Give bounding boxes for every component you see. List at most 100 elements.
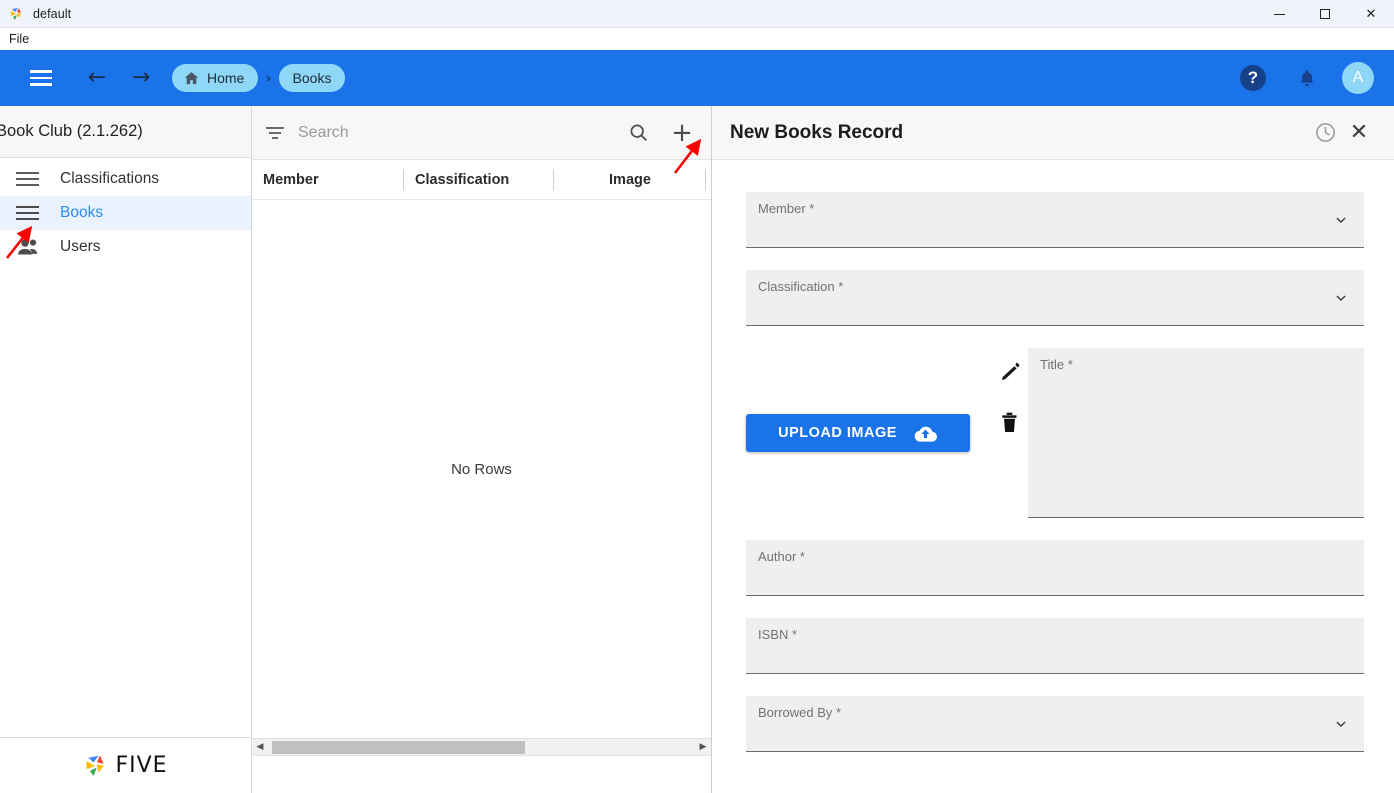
back-button[interactable]: ←	[78, 59, 116, 97]
help-icon: ?	[1240, 65, 1266, 91]
column-divider[interactable]	[705, 169, 706, 190]
close-panel-button[interactable]: ✕	[1342, 116, 1376, 150]
list-toolbar: +	[252, 106, 711, 160]
help-button[interactable]: ?	[1234, 59, 1272, 97]
field-label-isbn: ISBN *	[758, 627, 798, 642]
image-tools	[998, 348, 1028, 518]
window-titlebar: default ✕	[0, 0, 1394, 28]
menu-toggle-button[interactable]	[22, 59, 60, 97]
sidebar-item-label: Classifications	[60, 170, 160, 187]
field-classification[interactable]: Classification *	[746, 270, 1364, 326]
sidebar: Book Club (2.1.262) Classifications Book…	[0, 106, 252, 793]
column-header-label: Member	[263, 171, 319, 188]
field-isbn[interactable]: ISBN *	[746, 618, 1364, 674]
bell-icon	[1300, 69, 1314, 86]
five-logo-icon	[9, 6, 25, 22]
list-icon	[16, 171, 42, 187]
sidebar-footer: FIVE	[0, 737, 251, 793]
column-header-member[interactable]: Member	[252, 160, 404, 199]
column-header-classification[interactable]: Classification	[404, 160, 554, 199]
workspace: Book Club (2.1.262) Classifications Book…	[0, 106, 1394, 793]
list-icon	[16, 205, 42, 221]
breadcrumb: Home › Books	[172, 64, 346, 92]
app-header-right: ? A	[1234, 59, 1374, 97]
sidebar-item-label: Books	[60, 204, 104, 221]
field-title[interactable]: Title *	[1028, 348, 1364, 518]
five-brand-logo: FIVE	[83, 752, 167, 779]
trash-icon	[1002, 412, 1017, 432]
breadcrumb-item-home[interactable]: Home	[172, 64, 259, 92]
filter-icon[interactable]	[266, 126, 284, 139]
detail-header: New Books Record ✕	[712, 106, 1394, 160]
history-button[interactable]	[1308, 116, 1342, 150]
breadcrumb-separator: ›	[265, 69, 272, 87]
page-title: New Books Record	[730, 121, 904, 143]
field-label-author: Author *	[758, 549, 805, 564]
breadcrumb-item-books[interactable]: Books	[278, 64, 346, 92]
column-header-label: Classification	[415, 171, 510, 188]
edit-image-button[interactable]	[1000, 361, 1021, 387]
scroll-right-arrow-icon[interactable]: ▶	[695, 742, 711, 752]
chevron-down-icon	[1336, 720, 1346, 727]
plus-icon: +	[671, 117, 693, 148]
five-wordmark: FIVE	[115, 753, 168, 778]
window-controls: ✕	[1256, 0, 1394, 28]
scroll-left-arrow-icon[interactable]: ◀	[252, 742, 268, 752]
search-input[interactable]	[298, 123, 609, 142]
five-logo-icon	[86, 755, 105, 776]
search-icon	[630, 124, 647, 141]
field-member[interactable]: Member *	[746, 192, 1364, 248]
field-label-member: Member *	[758, 201, 815, 216]
sidebar-item-label: Users	[60, 238, 101, 255]
record-form: Member * Classification * UPLOAD IMAGE T…	[712, 160, 1394, 793]
hamburger-icon	[30, 70, 52, 86]
horizontal-scrollbar[interactable]: ◀ ▶	[252, 738, 711, 755]
image-upload-area: UPLOAD IMAGE	[746, 348, 998, 518]
record-detail-panel: New Books Record ✕ Member * Classificati…	[712, 106, 1394, 793]
notifications-button[interactable]	[1288, 59, 1326, 97]
scrollbar-track[interactable]	[268, 739, 695, 756]
add-record-button[interactable]: +	[667, 118, 697, 148]
people-icon	[16, 238, 42, 256]
sidebar-app-title: Book Club (2.1.262)	[0, 122, 143, 140]
upload-image-button[interactable]: UPLOAD IMAGE	[746, 414, 970, 452]
grid-column-headers: Member Classification Image	[252, 160, 711, 200]
column-header-image[interactable]: Image	[554, 160, 706, 199]
image-and-title-row: UPLOAD IMAGE Title *	[746, 348, 1364, 518]
scrollbar-thumb[interactable]	[272, 740, 525, 754]
window-title: default	[33, 6, 72, 21]
upload-image-label: UPLOAD IMAGE	[778, 425, 897, 441]
close-button[interactable]: ✕	[1348, 0, 1394, 28]
sidebar-item-classifications[interactable]: Classifications	[0, 162, 251, 196]
chevron-down-icon	[1336, 294, 1346, 301]
sidebar-header: Book Club (2.1.262)	[0, 106, 251, 158]
column-header-label: Image	[609, 171, 651, 188]
pencil-icon	[1002, 362, 1020, 380]
app-header-bar: ← → Home › Books ? A	[0, 50, 1394, 106]
delete-image-button[interactable]	[1001, 412, 1018, 438]
breadcrumb-label-books: Books	[292, 70, 332, 86]
home-icon	[184, 71, 199, 84]
grid-empty-state: No Rows	[252, 200, 711, 738]
forward-button[interactable]: →	[122, 59, 160, 97]
clock-icon	[1315, 123, 1335, 142]
app-header-left: ← → Home › Books	[0, 59, 346, 97]
arrow-left-icon: ←	[87, 65, 107, 90]
menu-item-file[interactable]: File	[2, 30, 36, 48]
list-panel-footer	[252, 755, 711, 793]
search-button[interactable]	[623, 118, 653, 148]
field-borrowed-by[interactable]: Borrowed By *	[746, 696, 1364, 752]
menubar: File	[0, 28, 1394, 50]
field-label-borrowed-by: Borrowed By *	[758, 705, 842, 720]
breadcrumb-label-home: Home	[207, 70, 245, 86]
maximize-button[interactable]	[1302, 0, 1348, 28]
field-label-title: Title *	[1040, 357, 1073, 372]
minimize-button[interactable]	[1256, 0, 1302, 28]
avatar[interactable]: A	[1342, 62, 1374, 94]
arrow-right-icon: →	[131, 65, 151, 90]
sidebar-item-books[interactable]: Books	[0, 196, 251, 230]
field-author[interactable]: Author *	[746, 540, 1364, 596]
chevron-down-icon	[1336, 216, 1346, 223]
sidebar-item-users[interactable]: Users	[0, 230, 251, 264]
field-label-classification: Classification *	[758, 279, 844, 294]
